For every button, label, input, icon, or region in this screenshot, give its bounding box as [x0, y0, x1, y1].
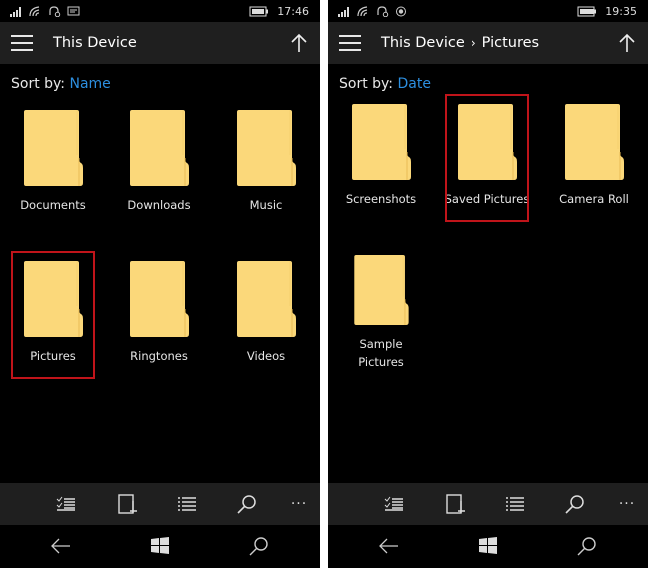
signal-icon: [10, 6, 21, 17]
breadcrumb-item[interactable]: This Device: [53, 35, 137, 51]
battery-icon: [249, 6, 269, 16]
folder-name: Camera Roll: [559, 192, 629, 206]
folder-name: Documents: [20, 198, 86, 212]
status-bar: 17:46: [0, 0, 320, 22]
folder-icon: [354, 255, 409, 325]
search-icon[interactable]: [248, 535, 270, 557]
folder-name: Music: [249, 198, 283, 212]
folder-tile[interactable]: Pictures: [11, 251, 95, 379]
sort-label: Sort by:: [11, 76, 66, 92]
clock: 17:46: [277, 4, 309, 18]
hamburger-menu-button[interactable]: [11, 35, 33, 51]
wifi-icon: [29, 5, 40, 16]
folder-icon: [130, 261, 189, 337]
back-arrow-icon[interactable]: [50, 535, 72, 557]
breadcrumb-separator: ›: [470, 36, 476, 50]
windows-start-icon[interactable]: [477, 535, 499, 557]
folder-name: Saved Pictures: [444, 192, 530, 206]
select-icon[interactable]: [383, 493, 405, 515]
more-button[interactable]: ···: [616, 493, 638, 515]
sort-value[interactable]: Date: [397, 76, 430, 92]
wifi-icon: [357, 5, 368, 16]
back-arrow-icon[interactable]: [378, 535, 400, 557]
folder-tile[interactable]: Music: [226, 102, 306, 226]
up-arrow-icon[interactable]: [618, 33, 636, 53]
sort-value[interactable]: Name: [69, 76, 110, 92]
breadcrumb-item[interactable]: Pictures: [482, 35, 539, 51]
folder-icon: [24, 261, 83, 337]
app-bar: ···: [0, 483, 320, 525]
new-folder-icon[interactable]: [445, 493, 467, 515]
hamburger-menu-button[interactable]: [339, 35, 361, 51]
sort-label: Sort by:: [339, 76, 394, 92]
left-phone-screen: 17:46 This Device Sort by: Name Document…: [0, 0, 320, 568]
folder-tile[interactable]: Screenshots: [341, 96, 421, 220]
folder-icon: [458, 104, 517, 180]
breadcrumb: This Device: [53, 35, 137, 51]
record-icon: [396, 6, 406, 16]
app-bar: ···: [328, 483, 648, 525]
folder-name: Pictures: [30, 349, 76, 363]
new-folder-icon[interactable]: [117, 493, 139, 515]
breadcrumb: This Device › Pictures: [381, 35, 539, 51]
title-bar: This Device › Pictures: [328, 22, 648, 64]
navigation-bar: [328, 525, 648, 568]
title-bar: This Device: [0, 22, 320, 64]
search-icon[interactable]: [576, 535, 598, 557]
message-icon: [67, 6, 80, 15]
folder-name: Videos: [246, 349, 286, 363]
battery-icon: [577, 6, 597, 16]
folder-tile[interactable]: Videos: [226, 253, 306, 377]
signal-icon: [338, 6, 349, 17]
folder-icon: [237, 261, 296, 337]
folder-icon: [130, 110, 189, 186]
sort-control[interactable]: Sort by: Date: [339, 76, 431, 92]
search-icon[interactable]: [236, 493, 258, 515]
select-icon[interactable]: [55, 493, 77, 515]
more-button[interactable]: ···: [288, 493, 310, 515]
folder-name: Downloads: [127, 198, 191, 212]
folder-name: Sample Pictures: [358, 337, 404, 369]
breadcrumb-item[interactable]: This Device: [381, 35, 465, 51]
sort-control[interactable]: Sort by: Name: [11, 76, 111, 92]
folder-tile[interactable]: Downloads: [119, 102, 199, 226]
status-bar: 19:35: [328, 0, 648, 22]
quiet-hours-icon: [49, 5, 61, 17]
folder-tile[interactable]: Saved Pictures: [445, 94, 529, 222]
search-icon[interactable]: [564, 493, 586, 515]
clock: 19:35: [605, 4, 637, 18]
folder-tile[interactable]: Sample Pictures: [341, 247, 421, 371]
navigation-bar: [0, 525, 320, 568]
quiet-hours-icon: [377, 5, 389, 17]
windows-start-icon[interactable]: [149, 535, 171, 557]
folder-icon: [565, 104, 624, 180]
list-view-icon[interactable]: [504, 493, 526, 515]
right-phone-screen: 19:35 This Device › Pictures Sort by: Date…: [328, 0, 648, 568]
up-arrow-icon[interactable]: [290, 33, 308, 53]
folder-tile[interactable]: Ringtones: [119, 253, 199, 377]
folder-name: Ringtones: [130, 349, 188, 363]
folder-icon: [24, 110, 83, 186]
folder-tile[interactable]: Documents: [13, 102, 93, 226]
folder-tile[interactable]: Camera Roll: [554, 96, 634, 220]
folder-name: Screenshots: [345, 192, 417, 206]
list-view-icon[interactable]: [176, 493, 198, 515]
folder-icon: [237, 110, 296, 186]
folder-icon: [352, 104, 411, 180]
